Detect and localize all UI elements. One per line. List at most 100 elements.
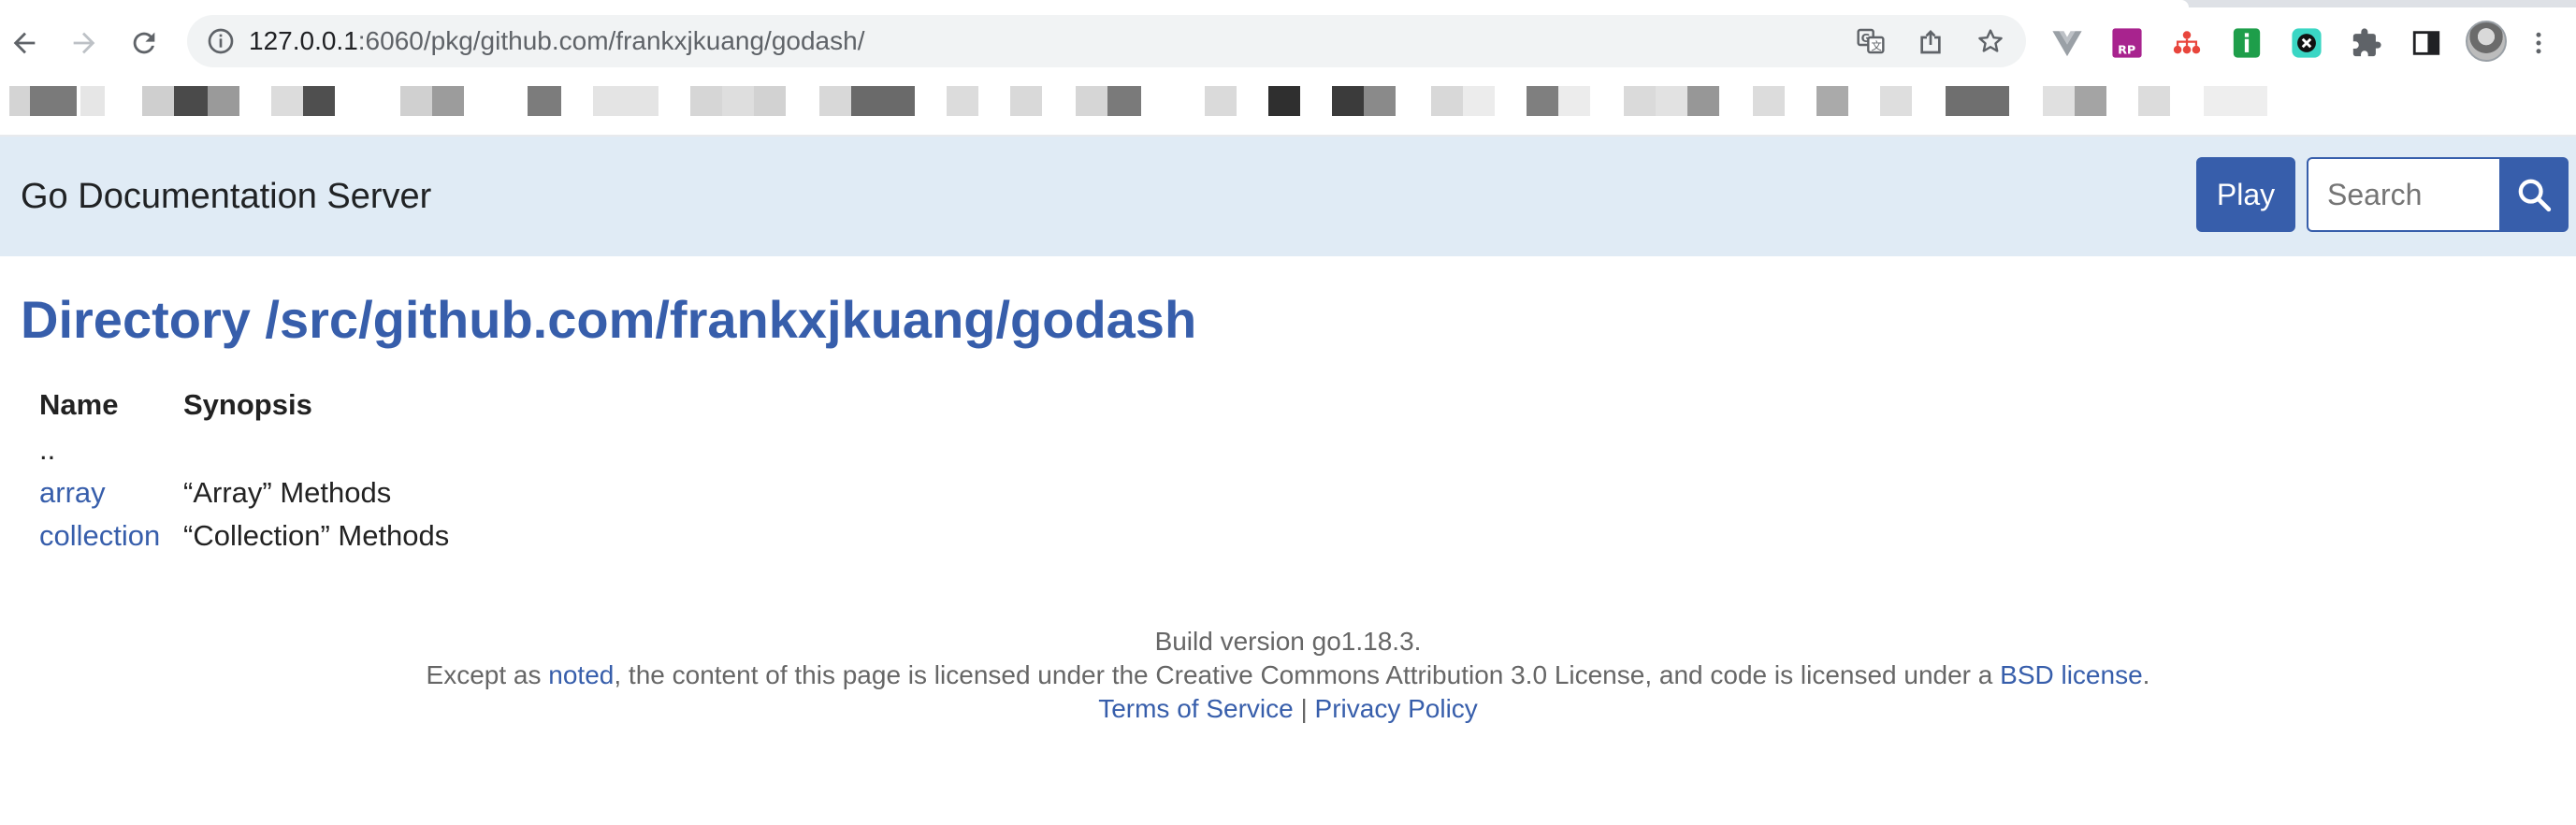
table-header-row: Name Synopsis [39, 382, 471, 428]
bookmark-item[interactable] [851, 86, 915, 116]
bookmark-item[interactable] [1076, 86, 1107, 116]
reload-icon[interactable] [122, 21, 166, 65]
site-title[interactable]: Go Documentation Server [21, 137, 431, 256]
star-icon[interactable] [1974, 24, 2007, 58]
build-version: Build version go1.18.3. [1154, 627, 1422, 656]
bookmark-item[interactable] [9, 86, 30, 116]
bookmark-item[interactable] [1816, 86, 1848, 116]
bookmark-item[interactable] [1268, 86, 1300, 116]
bookmark-item[interactable] [2043, 86, 2075, 116]
bookmark-item[interactable] [1624, 86, 1656, 116]
tab-strip [0, 0, 2576, 7]
bookmark-item[interactable] [1107, 86, 1141, 116]
back-arrow-icon[interactable] [2, 21, 47, 65]
svg-text:文: 文 [1872, 39, 1882, 52]
share-icon[interactable] [1914, 24, 1947, 58]
bookmark-item[interactable] [271, 86, 303, 116]
bookmark-item[interactable] [754, 86, 786, 116]
bookmark-item[interactable] [1332, 86, 1364, 116]
cross-extension-icon[interactable] [2290, 26, 2323, 60]
translate-icon[interactable]: G 文 [1854, 24, 1888, 58]
package-link-collection[interactable]: collection [39, 519, 160, 552]
page-title: Directory /src/github.com/frankxjkuang/g… [21, 290, 1197, 349]
bookmark-item[interactable] [2075, 86, 2106, 116]
url-text[interactable]: 127.0.0.1:6060/pkg/github.com/frankxjkua… [249, 15, 864, 67]
bookmark-item[interactable] [1205, 86, 1237, 116]
privacy-policy-link[interactable]: Privacy Policy [1315, 694, 1478, 723]
name-cell: collection [39, 514, 183, 557]
column-header-synopsis: Synopsis [183, 388, 312, 421]
rp-extension-icon[interactable]: RP [2110, 26, 2144, 60]
bookmark-item[interactable] [947, 86, 978, 116]
bookmark-item[interactable] [1656, 86, 1687, 116]
name-cell: array [39, 471, 183, 514]
forward-arrow-icon[interactable] [62, 21, 107, 65]
url-host: 127.0.0.1 [249, 26, 358, 55]
license-suffix: . [2142, 660, 2150, 689]
bookmark-item[interactable] [30, 86, 77, 116]
empty-cell [183, 428, 471, 471]
column-header-name: Name [39, 388, 119, 421]
bookmark-item[interactable] [1010, 86, 1042, 116]
play-button[interactable]: Play [2196, 157, 2295, 232]
vue-devtools-icon[interactable] [2050, 26, 2084, 60]
bookmark-item[interactable] [1880, 86, 1912, 116]
bookmark-item[interactable] [174, 86, 208, 116]
license-line: Except as noted, the content of this pag… [0, 659, 2576, 692]
magnifier-icon [2518, 179, 2552, 212]
license-middle: , the content of this page is licensed u… [614, 660, 2001, 689]
svg-text:RP: RP [2118, 43, 2135, 57]
url-path: :6060/pkg/github.com/frankxjkuang/godash… [357, 26, 865, 55]
site-topbar: Go Documentation Server Play [0, 137, 2576, 256]
noted-link[interactable]: noted [548, 660, 614, 689]
three-dots-icon[interactable] [2516, 21, 2561, 65]
bookmark-item[interactable] [528, 86, 561, 116]
side-panel-icon[interactable] [2410, 26, 2443, 60]
browser-toolbar: 127.0.0.1:6060/pkg/github.com/frankxjkua… [0, 7, 2576, 79]
search-input[interactable] [2307, 157, 2501, 232]
active-tab[interactable] [0, 0, 2189, 7]
bookmark-item[interactable] [1527, 86, 1558, 116]
bookmark-item[interactable] [722, 86, 754, 116]
table-row: collection “Collection” Methods [39, 514, 471, 557]
browser-chrome: 127.0.0.1:6060/pkg/github.com/frankxjkua… [0, 0, 2576, 116]
synopsis-cell: “Collection” Methods [183, 519, 450, 552]
footer-links: Terms of Service | Privacy Policy [0, 692, 2576, 726]
footer-separator: | [1300, 694, 1308, 723]
bsd-license-link[interactable]: BSD license [2000, 660, 2143, 689]
search-button[interactable] [2499, 157, 2569, 232]
bookmark-item[interactable] [593, 86, 658, 116]
bookmark-item[interactable] [208, 86, 239, 116]
parent-dir-link[interactable]: .. [39, 433, 55, 466]
bookmark-item[interactable] [1753, 86, 1785, 116]
bookmark-item[interactable] [2138, 86, 2170, 116]
bookmark-item[interactable] [2204, 86, 2267, 116]
bookmark-item[interactable] [142, 86, 174, 116]
bookmark-item[interactable] [1364, 86, 1396, 116]
bookmarks-bar [0, 79, 2576, 127]
bookmark-item[interactable] [400, 86, 432, 116]
bookmark-item[interactable] [303, 86, 335, 116]
address-bar[interactable]: 127.0.0.1:6060/pkg/github.com/frankxjkua… [187, 15, 2026, 67]
bookmark-item[interactable] [80, 86, 105, 116]
bookmark-item[interactable] [1431, 86, 1463, 116]
bookmark-item[interactable] [1558, 86, 1590, 116]
terms-of-service-link[interactable]: Terms of Service [1098, 694, 1294, 723]
profile-avatar[interactable] [2466, 21, 2507, 62]
bookmark-item[interactable] [819, 86, 851, 116]
bookmark-item[interactable] [690, 86, 722, 116]
puzzle-icon[interactable] [2350, 26, 2383, 60]
license-prefix: Except as [426, 660, 549, 689]
info-extension-icon[interactable] [2230, 26, 2264, 60]
info-icon[interactable] [206, 26, 236, 56]
directory-table: Name Synopsis .. array “Array” Methods c… [39, 382, 471, 557]
bookmark-item[interactable] [1946, 86, 2009, 116]
bookmark-item[interactable] [1463, 86, 1495, 116]
package-link-array[interactable]: array [39, 476, 106, 509]
table-row: .. [39, 428, 471, 471]
table-row: array “Array” Methods [39, 471, 471, 514]
synopsis-cell: “Array” Methods [183, 476, 392, 509]
bookmark-item[interactable] [1687, 86, 1719, 116]
sitemap-extension-icon[interactable] [2170, 26, 2204, 60]
bookmark-item[interactable] [432, 86, 464, 116]
